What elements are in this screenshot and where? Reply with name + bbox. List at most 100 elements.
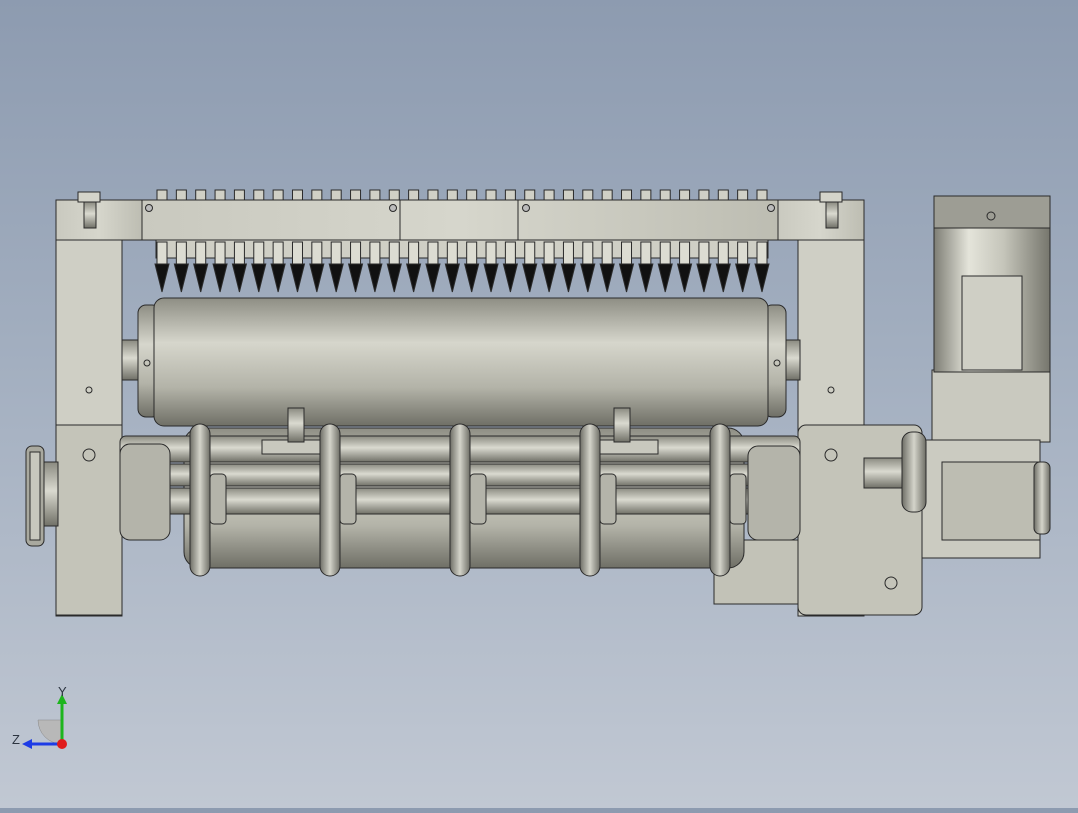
ring-hub — [729, 473, 747, 525]
spike-tip — [444, 263, 460, 293]
shaft-ring — [189, 423, 211, 577]
spike-body — [582, 241, 594, 265]
spike-cap — [214, 189, 226, 201]
spike-tip — [289, 263, 306, 293]
shaft-ring — [709, 423, 731, 577]
shaft-ring — [319, 423, 341, 577]
spike-tip — [425, 263, 441, 293]
shaft-ring — [449, 423, 471, 577]
spike-body — [621, 241, 633, 265]
spike-cap — [737, 189, 749, 201]
spike-tip — [560, 263, 577, 293]
spike-tip — [483, 263, 499, 293]
machine-model — [25, 189, 1051, 617]
spike-tip — [154, 263, 170, 293]
ring-hub — [209, 473, 227, 525]
spike-body — [330, 241, 342, 265]
spike-cap — [311, 189, 323, 201]
spike-cap — [175, 189, 187, 201]
spike-body — [175, 241, 187, 265]
spike-cap — [427, 189, 439, 201]
spike-bar — [141, 189, 779, 293]
motor — [933, 195, 1051, 373]
spike-cap — [659, 189, 671, 201]
spike-tip — [618, 263, 635, 293]
spike-tip — [541, 263, 557, 293]
spike-body — [737, 241, 749, 265]
spike-tip — [328, 263, 344, 293]
spike-body — [388, 241, 400, 265]
spike-cap — [524, 189, 536, 201]
spike-body — [717, 241, 729, 265]
spike-body — [408, 241, 420, 265]
spike-tip — [754, 263, 770, 293]
spike-tip — [676, 263, 693, 293]
spike-body — [311, 241, 323, 265]
spike-body — [562, 241, 574, 265]
spike-cap — [446, 189, 458, 201]
spike-tip — [464, 263, 480, 293]
spike-cap — [543, 189, 555, 201]
spike-body — [485, 241, 497, 265]
spike-body — [543, 241, 555, 265]
spike-tip — [580, 263, 596, 293]
spike-tip — [193, 263, 209, 293]
y-axis-label: Y — [58, 686, 67, 699]
spike-cap — [369, 189, 381, 201]
spike-cap — [504, 189, 516, 201]
z-axis-label: Z — [12, 732, 20, 747]
spike-body — [350, 241, 362, 265]
spike-body — [233, 241, 245, 265]
spike-cap — [562, 189, 574, 201]
ring-hub — [599, 473, 617, 525]
spike-cap — [388, 189, 400, 201]
spike-tip — [522, 263, 538, 293]
spike-tip — [173, 263, 189, 293]
spike-cap — [717, 189, 729, 201]
spike-body — [679, 241, 691, 265]
spike-cap — [698, 189, 710, 201]
spike-body — [253, 241, 265, 265]
spike-tip — [212, 263, 228, 293]
spike-body — [272, 241, 284, 265]
spike-body — [466, 241, 478, 265]
x-axis-dot — [57, 739, 67, 749]
spike-tip — [715, 263, 731, 293]
cad-viewport[interactable]: Y Z — [0, 0, 1078, 808]
spike-tip — [270, 263, 286, 293]
spike-cap — [756, 189, 768, 201]
spike-body — [446, 241, 458, 265]
z-axis-head — [22, 739, 32, 749]
spike-cap — [621, 189, 633, 201]
view-orientation-triad[interactable]: Y Z — [10, 686, 80, 756]
spike-body — [214, 241, 226, 265]
spike-tip — [309, 263, 325, 293]
spike-cap — [233, 189, 245, 201]
spike-body — [756, 241, 768, 265]
ring-hub — [339, 473, 357, 525]
spike-tip — [599, 263, 615, 293]
spike-tip — [251, 263, 267, 293]
spike-cap — [291, 189, 303, 201]
spike-tip — [367, 263, 383, 293]
spike-cap — [330, 189, 342, 201]
spike-cap — [156, 189, 168, 201]
spike-tip — [735, 263, 751, 293]
spike-tip — [231, 263, 248, 293]
spike-cap — [408, 189, 420, 201]
spike-tip — [405, 263, 422, 293]
shaft-ring — [579, 423, 601, 577]
spike-cap — [466, 189, 478, 201]
main-roller — [121, 297, 801, 427]
spike-cap — [195, 189, 207, 201]
ring-hub — [469, 473, 487, 525]
spike-cap — [640, 189, 652, 201]
left-frame — [55, 191, 143, 617]
spike-body — [659, 241, 671, 265]
left-sprocket — [25, 445, 59, 547]
spike-tip — [347, 263, 364, 293]
lower-shafts — [119, 407, 801, 577]
spike-tip — [502, 263, 519, 293]
triad-quadrant — [37, 719, 63, 745]
spike-cap — [350, 189, 362, 201]
